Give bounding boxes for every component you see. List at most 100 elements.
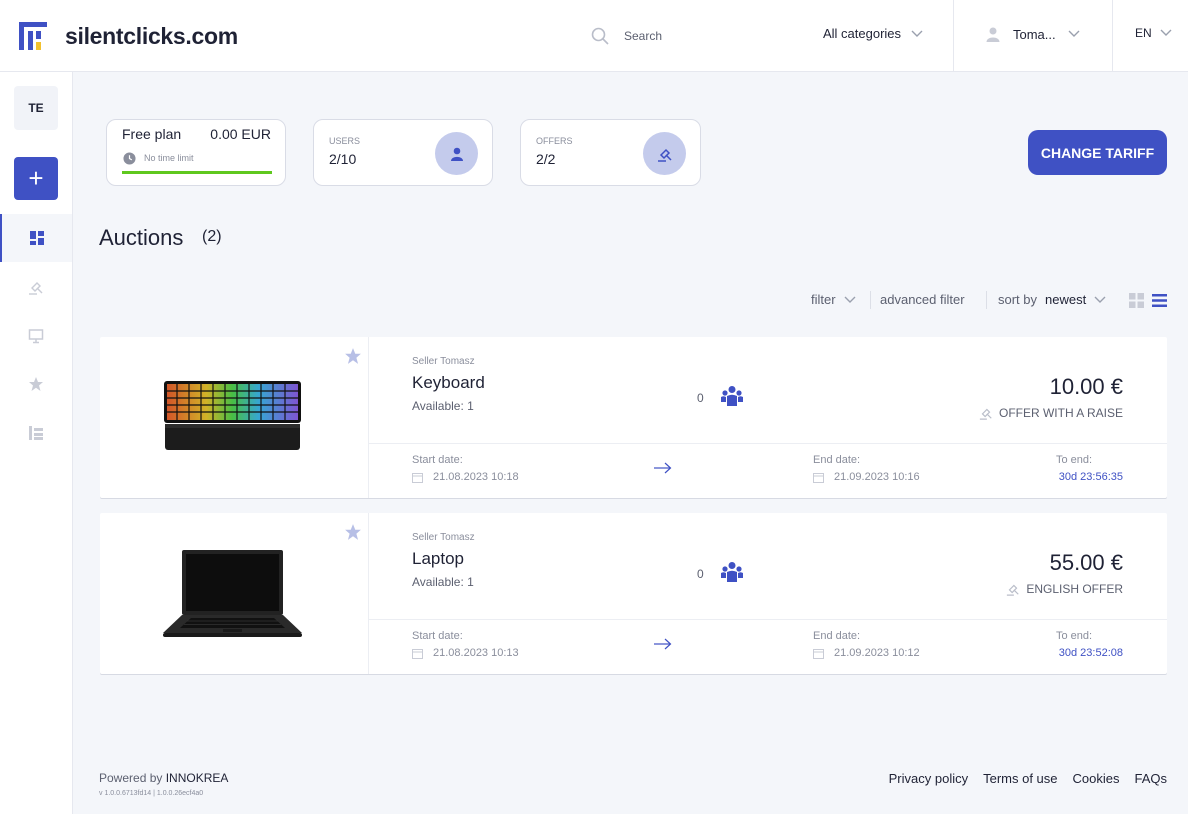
avatar[interactable]: TE xyxy=(14,86,58,130)
auction-title[interactable]: Keyboard xyxy=(412,373,485,393)
sidebar-item-auctions[interactable] xyxy=(0,263,72,311)
user-menu[interactable]: Toma... xyxy=(985,26,1080,42)
offers-card: OFFERS 2/2 xyxy=(520,119,701,186)
laptop-image xyxy=(163,550,302,637)
sidebar-item-dashboard[interactable] xyxy=(0,214,72,262)
end-date-label: End date: xyxy=(813,630,861,642)
start-date: 21.08.2023 10:18 xyxy=(412,471,519,483)
powered-brand[interactable]: INNOKREA xyxy=(166,771,229,785)
auction-card[interactable]: Seller Tomasz Keyboard Available: 1 0 10… xyxy=(100,337,1167,498)
sidebar-item-favourites[interactable] xyxy=(0,360,72,408)
dashboard-icon xyxy=(30,231,44,245)
offer-type-label: ENGLISH OFFER xyxy=(1026,582,1123,596)
privacy-policy-link[interactable]: Privacy policy xyxy=(889,771,968,786)
auction-card[interactable]: Seller Tomasz Laptop Available: 1 0 55.0… xyxy=(100,513,1167,674)
cookies-link[interactable]: Cookies xyxy=(1073,771,1120,786)
language-select[interactable]: EN xyxy=(1135,26,1172,40)
bidders-icon xyxy=(721,562,743,582)
users-icon-circle xyxy=(435,132,478,175)
clock-icon xyxy=(123,152,136,165)
seller-name: Seller Tomasz xyxy=(412,532,475,543)
gavel-icon xyxy=(657,148,672,162)
start-date-value: 21.08.2023 10:18 xyxy=(433,471,519,483)
plan-card: Free plan 0.00 EUR No time limit xyxy=(106,119,286,186)
plan-time-limit: No time limit xyxy=(144,153,194,163)
sidebar-item-tree[interactable] xyxy=(0,409,72,457)
powered-prefix: Powered by xyxy=(99,771,163,785)
auction-count: (2) xyxy=(202,228,222,245)
sort-select[interactable]: sort by newest xyxy=(998,292,1106,307)
available-count: Available: 1 xyxy=(412,575,474,589)
favourite-star-icon[interactable] xyxy=(344,347,362,365)
to-end-label: To end: xyxy=(1056,454,1093,466)
end-date: 21.09.2023 10:16 xyxy=(813,471,920,483)
bids-count: 0 xyxy=(697,391,704,405)
offer-type-label: OFFER WITH A RAISE xyxy=(998,406,1123,420)
time-remaining: 30d 23:56:35 xyxy=(1058,471,1123,483)
start-date-label: Start date: xyxy=(412,630,463,642)
chevron-down-icon xyxy=(911,30,923,37)
auction-image-area[interactable] xyxy=(100,513,369,674)
search-icon[interactable] xyxy=(590,26,610,46)
to-end-label: To end: xyxy=(1056,630,1093,642)
change-tariff-button[interactable]: CHANGE TARIFF xyxy=(1028,130,1167,175)
toolbar-divider xyxy=(986,291,987,309)
logo-icon[interactable] xyxy=(19,22,47,50)
filter-label: filter xyxy=(811,292,836,307)
faqs-link[interactable]: FAQs xyxy=(1134,771,1167,786)
end-date-value: 21.09.2023 10:16 xyxy=(834,471,920,483)
advanced-filter-button[interactable]: advanced filter xyxy=(880,292,965,307)
add-auction-button[interactable]: + xyxy=(14,157,58,200)
calendar-icon xyxy=(412,472,423,483)
chevron-down-icon xyxy=(1160,29,1172,36)
calendar-icon xyxy=(813,472,824,483)
plan-progress-fill xyxy=(122,171,272,174)
plan-progress-bar xyxy=(122,171,272,174)
category-label: All categories xyxy=(823,26,902,41)
available-count: Available: 1 xyxy=(412,399,474,413)
plan-name: Free plan xyxy=(122,126,182,142)
offers-label: OFFERS xyxy=(536,136,573,146)
offer-type: OFFER WITH A RAISE xyxy=(979,406,1123,420)
chevron-down-icon xyxy=(844,296,856,303)
tree-list-icon xyxy=(29,426,43,440)
sidebar-item-monitor[interactable] xyxy=(0,312,72,360)
gavel-icon xyxy=(29,282,43,295)
version-info: v 1.0.0.6713fd14 | 1.0.0.26ecf4a0 xyxy=(99,790,204,797)
offers-icon-circle xyxy=(643,132,686,175)
grid-view-icon[interactable] xyxy=(1129,293,1144,308)
search-input[interactable] xyxy=(624,24,804,48)
calendar-icon xyxy=(813,648,824,659)
offers-value: 2/2 xyxy=(536,151,556,167)
gavel-icon xyxy=(979,408,992,420)
sidebar: TE + xyxy=(0,72,73,814)
site-name[interactable]: silentclicks.com xyxy=(65,23,238,50)
offer-type: ENGLISH OFFER xyxy=(1006,582,1123,596)
category-select[interactable]: All categories xyxy=(823,26,923,41)
end-date: 21.09.2023 10:12 xyxy=(813,647,920,659)
plan-price: 0.00 EUR xyxy=(210,126,271,142)
end-date-value: 21.09.2023 10:12 xyxy=(834,647,920,659)
auction-title[interactable]: Laptop xyxy=(412,549,464,569)
user-icon xyxy=(986,27,1000,42)
end-date-label: End date: xyxy=(813,454,861,466)
chevron-down-icon xyxy=(1068,30,1080,37)
terms-of-use-link[interactable]: Terms of use xyxy=(983,771,1057,786)
gavel-icon xyxy=(1007,584,1019,596)
time-remaining: 30d 23:52:08 xyxy=(1058,647,1123,659)
footer-links: Privacy policy Terms of use Cookies FAQs xyxy=(889,771,1167,786)
favourite-star-icon[interactable] xyxy=(344,523,362,541)
users-label: USERS xyxy=(329,136,361,146)
card-divider xyxy=(369,443,1167,444)
card-divider xyxy=(369,619,1167,620)
user-name: Toma... xyxy=(1013,26,1056,42)
auction-image-area[interactable] xyxy=(100,337,369,498)
auction-price: 10.00 € xyxy=(1049,374,1123,399)
sort-by-label: sort by xyxy=(998,292,1038,307)
star-icon xyxy=(29,377,43,391)
monitor-icon xyxy=(28,329,44,344)
start-date: 21.08.2023 10:13 xyxy=(412,647,519,659)
list-view-icon[interactable] xyxy=(1152,293,1167,308)
filter-button[interactable]: filter xyxy=(811,292,856,307)
language-label: EN xyxy=(1135,26,1152,40)
